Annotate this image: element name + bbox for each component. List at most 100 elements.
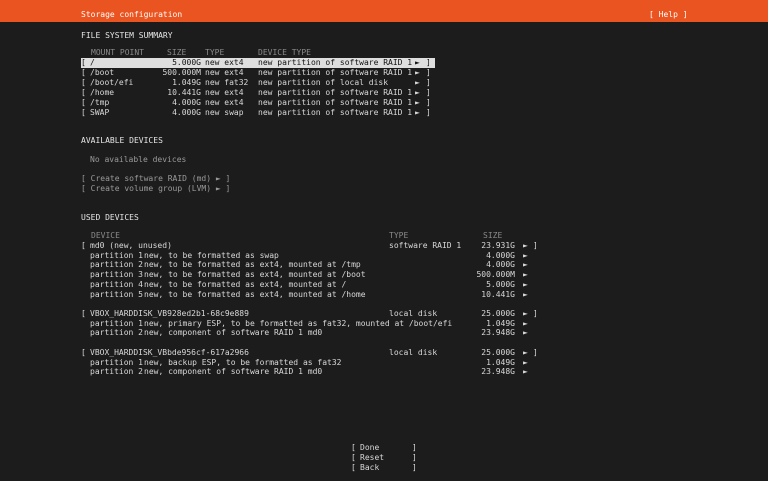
- create-volume-group-button[interactable]: [ Create volume group (LVM) ► ]: [81, 184, 230, 194]
- help-button[interactable]: [ Help ]: [649, 10, 688, 20]
- button-open-bracket: [: [351, 453, 356, 462]
- partition-row[interactable]: partition 1 new, primary ESP, to be forma…: [81, 319, 541, 329]
- row-close-bracket: ]: [426, 87, 431, 97]
- partition-description: new, to be formatted as ext4, mounted at…: [144, 279, 347, 289]
- partition-size: 4.000G: [486, 260, 515, 270]
- device-name: VBOX_HARDDISK_VB928ed2b1-68c9e889: [90, 309, 249, 318]
- partition-label: partition 2: [90, 260, 143, 270]
- expand-arrow-icon[interactable]: ►: [415, 88, 420, 98]
- partition-description: new, component of software RAID 1 md0: [144, 367, 323, 377]
- partition-description: new, component of software RAID 1 md0: [144, 328, 323, 338]
- row-open-bracket: [: [81, 77, 86, 87]
- used-device-row[interactable]: [md0 (new, unused) software RAID 1 23.931G…: [81, 241, 541, 251]
- fs-type: new fat32: [205, 77, 249, 87]
- row-close-bracket: ]: [426, 97, 431, 107]
- partition-row[interactable]: partition 2 new, component of software RA…: [81, 367, 541, 377]
- button-open-bracket: [: [351, 463, 356, 472]
- row-open-bracket: [: [81, 58, 86, 67]
- used-device-row[interactable]: [VBOX_HARDDISK_VB928ed2b1-68c9e889 local …: [81, 309, 541, 319]
- partition-label: partition 1: [90, 250, 143, 260]
- expand-arrow-icon[interactable]: ►: [415, 68, 420, 78]
- partition-size: 10.441G: [167, 87, 201, 97]
- mount-point: /tmp: [90, 97, 110, 107]
- partition-description: new, primary ESP, to be formatted as fat…: [144, 318, 453, 328]
- partition-size: 500.000M: [476, 270, 515, 280]
- expand-arrow-icon[interactable]: ►: [523, 270, 528, 280]
- partition-size: 500.000M: [162, 67, 201, 77]
- row-open-bracket: [: [81, 241, 86, 250]
- expand-arrow-icon[interactable]: ►: [523, 280, 528, 290]
- fs-summary-row[interactable]: [/tmp 4.000G new ext4 new partition of soft…: [81, 98, 435, 108]
- fs-summary-row[interactable]: [/home 10.441G new ext4 new partition of so…: [81, 88, 435, 98]
- row-open-bracket: [: [81, 67, 86, 77]
- partition-description: new, to be formatted as ext4, mounted at…: [144, 260, 361, 270]
- used-device-row[interactable]: [VBOX_HARDDISK_VBbde956cf-617a2966 local …: [81, 348, 541, 358]
- available-devices-heading: AVAILABLE DEVICES: [81, 136, 163, 145]
- expand-arrow-icon[interactable]: ►: [523, 309, 528, 319]
- partition-row[interactable]: partition 1 new, to be formatted as swap 4…: [81, 251, 541, 261]
- expand-arrow-icon[interactable]: ►: [523, 367, 528, 377]
- expand-arrow-icon[interactable]: ►: [523, 290, 528, 300]
- row-open-bracket: [: [81, 309, 86, 318]
- row-open-bracket: [: [81, 107, 86, 117]
- done-button[interactable]: [ Done]: [351, 443, 421, 453]
- partition-row[interactable]: partition 2 new, to be formatted as ext4,…: [81, 260, 541, 270]
- partition-description: new, to be formatted as ext4, mounted at…: [144, 270, 366, 280]
- expand-arrow-icon[interactable]: ►: [523, 348, 528, 358]
- button-label: Done: [360, 443, 380, 452]
- partition-row[interactable]: partition 3 new, to be formatted as ext4,…: [81, 270, 541, 280]
- device-size: 23.931G: [481, 241, 515, 250]
- col-type: TYPE: [205, 48, 225, 57]
- button-close-bracket: ]: [412, 443, 417, 452]
- used-devices-header-row: DEVICE TYPE SIZE: [81, 231, 541, 241]
- row-open-bracket: [: [81, 348, 86, 357]
- expand-arrow-icon[interactable]: ►: [415, 98, 420, 108]
- fs-summary-row[interactable]: [SWAP 4.000G new swap new partition of soft…: [81, 108, 435, 118]
- partition-row[interactable]: partition 2 new, component of software RA…: [81, 328, 541, 338]
- row-close-bracket: ]: [533, 309, 538, 318]
- partition-size: 4.000G: [172, 97, 201, 107]
- partition-row[interactable]: partition 5 new, to be formatted as ext4,…: [81, 290, 541, 300]
- partition-size: 1.049G: [486, 318, 515, 328]
- partition-description: new, to be formatted as swap: [144, 250, 279, 260]
- partition-row[interactable]: partition 1 new, backup ESP, to be format…: [81, 358, 541, 368]
- expand-arrow-icon[interactable]: ►: [523, 251, 528, 261]
- expand-arrow-icon[interactable]: ►: [523, 328, 528, 338]
- expand-arrow-icon[interactable]: ►: [523, 319, 528, 329]
- mount-point: SWAP: [90, 107, 110, 117]
- expand-arrow-icon[interactable]: ►: [415, 78, 420, 88]
- mount-point: /boot: [90, 67, 115, 77]
- back-button[interactable]: [ Back]: [351, 463, 421, 473]
- button-label: Reset: [360, 453, 385, 462]
- partition-row[interactable]: partition 4 new, to be formatted as ext4,…: [81, 280, 541, 290]
- button-close-bracket: ]: [412, 463, 417, 472]
- button-open-bracket: [: [351, 443, 356, 452]
- fs-summary-row[interactable]: [/boot 500.000M new ext4 new partition of s…: [81, 68, 435, 78]
- expand-arrow-icon[interactable]: ►: [415, 108, 420, 118]
- row-close-bracket: ]: [426, 67, 431, 77]
- expand-arrow-icon[interactable]: ►: [523, 260, 528, 270]
- device-name: VBOX_HARDDISK_VBbde956cf-617a2966: [90, 348, 249, 357]
- row-close-bracket: ]: [533, 348, 538, 357]
- fs-type: new ext4: [205, 97, 244, 107]
- device-type: new partition of local disk: [258, 77, 389, 87]
- fs-type: new ext4: [205, 67, 244, 77]
- expand-arrow-icon[interactable]: ►: [523, 241, 528, 251]
- partition-size: 1.049G: [486, 357, 515, 367]
- device-type: new partition of software RAID 1: [258, 97, 413, 107]
- reset-button[interactable]: [Reset]: [351, 453, 421, 463]
- expand-arrow-icon[interactable]: ►: [523, 358, 528, 368]
- row-close-bracket: ]: [426, 107, 431, 117]
- no-available-devices-text: No available devices: [90, 155, 187, 164]
- fs-summary-row[interactable]: [/ 5.000G new ext4 new partition of softwar…: [81, 58, 435, 68]
- button-label: Back: [360, 463, 380, 472]
- device-type: new partition of software RAID 1: [258, 87, 413, 97]
- partition-size: 5.000G: [486, 279, 515, 289]
- partition-size: 5.000G: [172, 58, 201, 67]
- expand-arrow-icon[interactable]: ►: [415, 58, 420, 68]
- fs-summary-row[interactable]: [/boot/efi 1.049G new fat32 new partition o…: [81, 78, 435, 88]
- create-software-raid-button[interactable]: [ Create software RAID (md) ► ]: [81, 174, 230, 184]
- col-size: SIZE: [483, 231, 503, 240]
- partition-description: new, to be formatted as ext4, mounted at…: [144, 289, 366, 299]
- partition-label: partition 2: [90, 328, 143, 338]
